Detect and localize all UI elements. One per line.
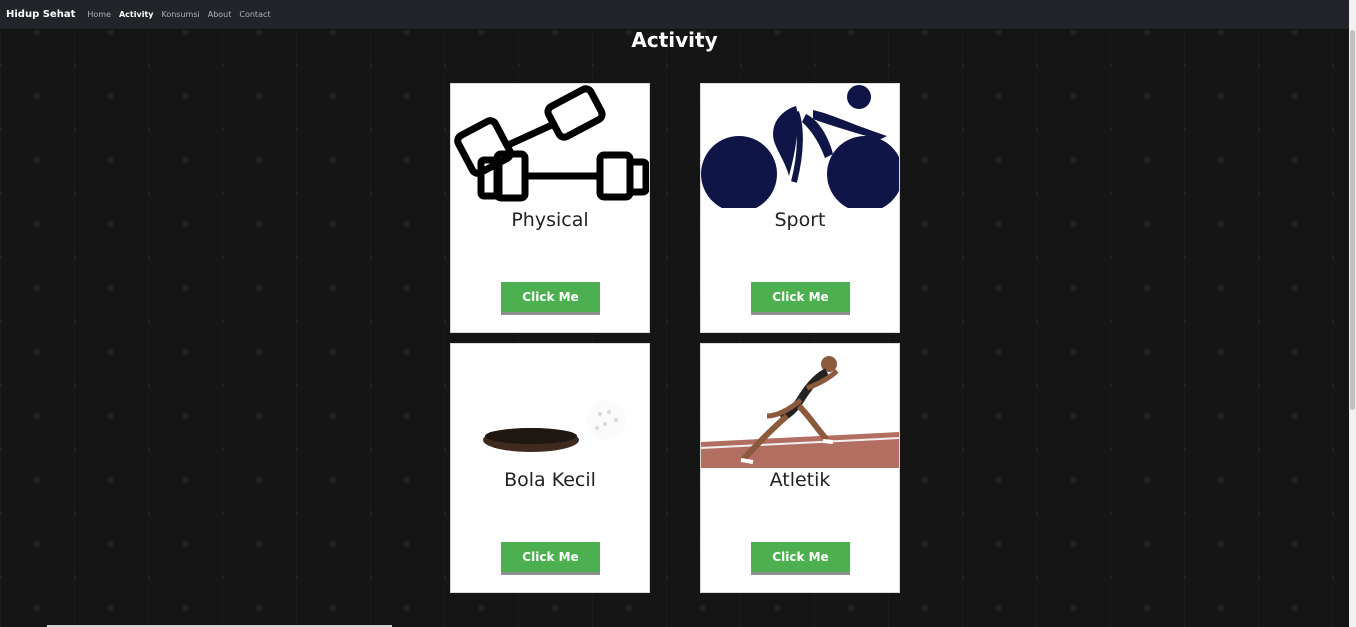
click-me-button[interactable]: Click Me [751,282,850,315]
sprinter-photo [701,344,899,468]
card-title: Physical [511,209,589,231]
activity-card-atletik: Atletik Click Me [700,343,900,593]
vertical-scrollbar[interactable] [1349,0,1356,627]
site-brand[interactable]: Hidup Sehat [6,9,75,20]
nav-links: Home Activity Konsumsi About Contact [87,10,270,19]
nav-about-link[interactable]: About [208,10,232,19]
nav-contact-link[interactable]: Contact [239,10,270,19]
nav-home-link[interactable]: Home [87,10,111,19]
card-title: Bola Kecil [504,469,596,491]
page-title: Activity [631,28,718,52]
card-title: Sport [774,209,826,231]
cycling-icon [701,84,899,208]
click-me-button[interactable]: Click Me [501,282,600,315]
click-me-button[interactable]: Click Me [501,542,600,575]
activity-card-sport: Sport Click Me [700,83,900,333]
activity-card-physical: Physical Click Me [450,83,650,333]
click-me-button[interactable]: Click Me [751,542,850,575]
dumbbell-icon [451,84,649,208]
golf-ball-photo [451,344,649,468]
scrollbar-thumb[interactable] [1350,30,1355,410]
nav-konsumsi-link[interactable]: Konsumsi [161,10,199,19]
card-title: Atletik [769,469,831,491]
nav-activity-link[interactable]: Activity [119,10,154,19]
top-navbar: Hidup Sehat Home Activity Konsumsi About… [0,0,1349,30]
activity-card-bola-kecil: Bola Kecil Click Me [450,343,650,593]
